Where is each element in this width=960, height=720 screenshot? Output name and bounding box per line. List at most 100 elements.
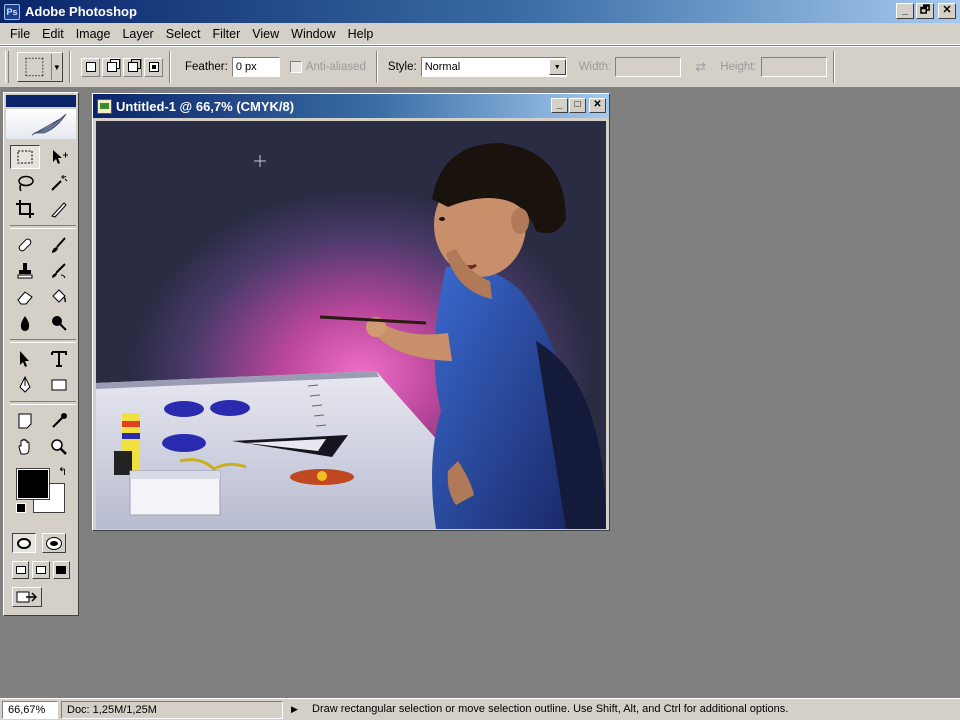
menu-window[interactable]: Window [285, 27, 341, 41]
document-title-bar[interactable]: Untitled-1 @ 66,7% (CMYK/8) _ □ ✕ [93, 94, 609, 118]
app-title: Adobe Photoshop [25, 4, 137, 19]
menu-edit[interactable]: Edit [36, 27, 70, 41]
zoom-level-field[interactable]: 66,67% [2, 700, 58, 719]
pen-icon [19, 375, 31, 393]
divider [10, 401, 76, 405]
default-colors-icon[interactable] [16, 503, 26, 513]
options-bar: ▼ Feather: Anti-aliased Style: Normal ▼ … [0, 46, 960, 88]
zoom-icon [51, 439, 67, 455]
history-brush-tool[interactable] [44, 259, 74, 283]
antialiased-label: Anti-aliased [305, 61, 366, 73]
rectangle-shape-icon [51, 379, 67, 391]
zoom-tool[interactable] [44, 435, 74, 459]
minimize-button[interactable]: _ [896, 3, 914, 19]
new-selection-icon [85, 62, 96, 72]
app-window-buttons: _ 🗗 ✕ [896, 3, 956, 19]
chevron-down-icon: ▼ [548, 59, 566, 75]
menu-filter[interactable]: Filter [206, 27, 246, 41]
paint-bucket-tool[interactable] [44, 285, 74, 309]
menu-layer[interactable]: Layer [116, 27, 159, 41]
divider [375, 51, 378, 83]
window-icon [56, 566, 67, 574]
new-selection-button[interactable] [81, 57, 100, 77]
color-swatches: ↰ [10, 463, 72, 525]
tool-preset-picker[interactable]: ▼ [17, 52, 63, 82]
intersect-selection-icon [148, 62, 159, 72]
close-button[interactable]: ✕ [938, 3, 956, 19]
dodge-tool[interactable] [44, 311, 74, 335]
eyedropper-tool[interactable] [44, 409, 74, 433]
path-selection-tool[interactable] [10, 347, 40, 371]
photoshop-app-icon[interactable]: Ps [4, 3, 20, 20]
rectangular-marquee-icon [17, 150, 33, 164]
play-arrow-icon[interactable]: ▶ [291, 704, 303, 715]
toolbox-title-bar[interactable] [6, 95, 76, 107]
blur-icon [20, 316, 30, 331]
brush-tool[interactable] [44, 233, 74, 257]
notes-icon [18, 413, 32, 429]
menu-view[interactable]: View [246, 27, 285, 41]
jump-to-imageready-button[interactable] [12, 587, 42, 607]
full-screen-menu-button[interactable] [32, 561, 50, 579]
eraser-tool[interactable] [10, 285, 40, 309]
document-window: Untitled-1 @ 66,7% (CMYK/8) _ □ ✕ [92, 93, 610, 531]
menu-file[interactable]: File [4, 27, 36, 41]
doc-close-button[interactable]: ✕ [589, 98, 606, 113]
options-bar-grip[interactable] [5, 51, 9, 83]
healing-brush-tool[interactable] [10, 233, 40, 257]
rectangular-marquee-tool[interactable] [10, 145, 40, 169]
magic-wand-tool[interactable] [44, 171, 74, 195]
slice-tool[interactable] [44, 197, 74, 221]
menu-image[interactable]: Image [70, 27, 117, 41]
antialiased-checkbox[interactable] [289, 61, 302, 73]
quick-mask-button[interactable] [42, 533, 66, 553]
doc-minimize-button[interactable]: _ [551, 98, 568, 113]
healing-brush-icon [18, 238, 32, 252]
menu-bar: File Edit Image Layer Select Filter View… [0, 23, 960, 45]
window-icon [15, 566, 26, 574]
menu-select[interactable]: Select [160, 27, 207, 41]
style-select[interactable]: Normal ▼ [420, 57, 567, 77]
crop-tool[interactable] [10, 197, 40, 221]
divider [10, 339, 76, 343]
standard-mode-button[interactable] [12, 533, 36, 553]
menu-help[interactable]: Help [342, 27, 380, 41]
standard-mode-icon [17, 537, 31, 549]
selection-mode-buttons [81, 57, 163, 77]
style-label: Style: [387, 61, 417, 73]
marquee-preset-icon [25, 57, 43, 77]
notes-tool[interactable] [10, 409, 40, 433]
swap-colors-icon[interactable]: ↰ [58, 465, 67, 478]
imageready-row [4, 583, 78, 611]
subtract-selection-icon [127, 62, 138, 72]
restore-button[interactable]: 🗗 [916, 3, 934, 19]
divider [169, 51, 171, 83]
width-input[interactable] [615, 57, 682, 77]
app-title-bar: Ps Adobe Photoshop _ 🗗 ✕ [0, 0, 960, 23]
feather-input[interactable] [231, 57, 280, 77]
feather-logo-icon[interactable] [6, 109, 76, 139]
type-tool[interactable] [44, 347, 74, 371]
full-screen-button[interactable] [52, 561, 70, 579]
subtract-selection-button[interactable] [123, 57, 142, 77]
divider [69, 51, 71, 83]
rectangle-shape-tool[interactable] [44, 373, 74, 397]
height-input[interactable] [760, 57, 827, 77]
move-tool[interactable] [44, 145, 74, 169]
blur-tool[interactable] [10, 311, 40, 335]
pen-tool[interactable] [10, 373, 40, 397]
doc-maximize-button[interactable]: □ [569, 98, 586, 113]
hand-tool[interactable] [10, 435, 40, 459]
clone-stamp-tool[interactable] [10, 259, 40, 283]
quick-mask-icon [46, 536, 62, 550]
status-message: Draw rectangular selection or move selec… [312, 702, 789, 715]
child-painting-photo [96, 121, 606, 529]
foreground-color-swatch[interactable] [16, 468, 50, 500]
standard-screen-button[interactable] [12, 561, 30, 579]
image-canvas[interactable] [96, 121, 606, 529]
lasso-tool[interactable] [10, 171, 40, 195]
mask-mode-row [4, 529, 78, 557]
swap-dimensions-icon[interactable]: ⇄ [695, 59, 706, 75]
intersect-selection-button[interactable] [144, 57, 163, 77]
add-selection-button[interactable] [102, 57, 121, 77]
